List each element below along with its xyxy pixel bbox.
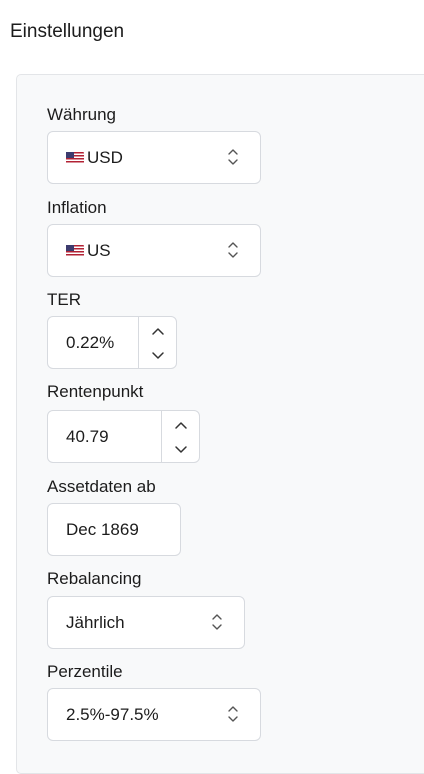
rebalancing-label: Rebalancing bbox=[47, 569, 142, 588]
asset-data-from-input[interactable]: Dec 1869 bbox=[47, 503, 181, 556]
ter-input[interactable]: 0.22% bbox=[47, 316, 177, 369]
page-title: Einstellungen bbox=[10, 21, 125, 42]
us-flag-icon bbox=[66, 244, 84, 257]
ter-label: TER bbox=[47, 290, 81, 309]
up-down-chevron-icon bbox=[228, 149, 238, 165]
up-down-chevron-icon bbox=[212, 614, 222, 630]
percentiles-label: Perzentile bbox=[47, 662, 123, 681]
inflation-value: US bbox=[87, 240, 111, 260]
up-down-chevron-icon bbox=[228, 706, 238, 722]
chevron-down-icon bbox=[175, 445, 187, 453]
pension-point-label: Rentenpunkt bbox=[47, 382, 144, 401]
currency-label: Währung bbox=[47, 105, 116, 124]
ter-increment-button[interactable] bbox=[139, 319, 177, 344]
inflation-select[interactable]: US bbox=[47, 224, 261, 277]
percentiles-value: 2.5%-97.5% bbox=[66, 704, 159, 724]
rebalancing-value: Jährlich bbox=[66, 612, 125, 632]
ter-value: 0.22% bbox=[66, 332, 115, 352]
rebalancing-select[interactable]: Jährlich bbox=[47, 596, 245, 649]
currency-select[interactable]: USD bbox=[47, 131, 261, 184]
pension-point-value: 40.79 bbox=[66, 426, 109, 446]
us-flag-icon bbox=[66, 151, 84, 164]
inflation-label: Inflation bbox=[47, 198, 107, 217]
up-down-chevron-icon bbox=[228, 242, 238, 258]
pension-point-input[interactable]: 40.79 bbox=[47, 410, 200, 463]
asset-data-from-label: Assetdaten ab bbox=[47, 477, 156, 496]
currency-value: USD bbox=[87, 147, 123, 167]
pension-point-increment-button[interactable] bbox=[162, 413, 200, 438]
ter-decrement-button[interactable] bbox=[139, 342, 177, 367]
chevron-up-icon bbox=[152, 327, 164, 335]
percentiles-select[interactable]: 2.5%-97.5% bbox=[47, 688, 261, 741]
chevron-down-icon bbox=[152, 351, 164, 359]
asset-data-from-value: Dec 1869 bbox=[66, 519, 139, 539]
chevron-up-icon bbox=[175, 421, 187, 429]
pension-point-decrement-button[interactable] bbox=[162, 436, 200, 461]
